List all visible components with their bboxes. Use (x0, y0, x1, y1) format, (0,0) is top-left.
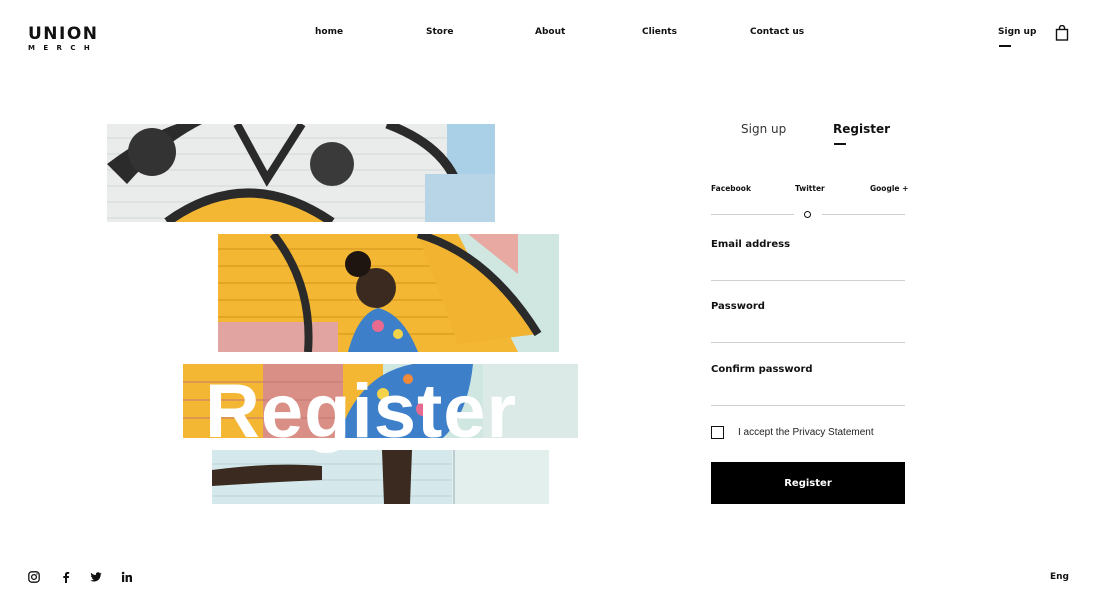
facebook-login-link[interactable]: Facebook (711, 184, 751, 193)
twitter-login-link[interactable]: Twitter (795, 184, 825, 193)
instagram-icon[interactable] (28, 571, 40, 583)
brand-name: UNION (28, 24, 99, 44)
tab-register[interactable]: Register (833, 122, 890, 136)
nav-contact[interactable]: Contact us (750, 27, 804, 37)
header-signup-link[interactable]: Sign up (998, 27, 1036, 47)
nav-about[interactable]: About (535, 27, 565, 37)
facebook-icon[interactable] (60, 571, 72, 583)
language-switcher[interactable]: Eng (1050, 572, 1069, 582)
collage-strip-4 (212, 450, 549, 504)
active-tab-indicator (834, 143, 846, 145)
nav-home[interactable]: home (315, 27, 343, 37)
confirm-password-label: Confirm password (711, 364, 813, 375)
privacy-label[interactable]: I accept the Privacy Statement (738, 427, 874, 438)
confirm-password-field[interactable] (711, 383, 905, 406)
privacy-checkbox[interactable] (711, 426, 724, 439)
register-button[interactable]: Register (711, 462, 905, 504)
nav-clients[interactable]: Clients (642, 27, 677, 37)
divider-right (822, 214, 905, 215)
collage-strip-1 (107, 124, 495, 222)
password-label: Password (711, 301, 765, 312)
tab-sign-up[interactable]: Sign up (741, 122, 786, 136)
divider-dot (804, 211, 811, 218)
hero-title: Register (205, 369, 518, 454)
twitter-icon[interactable] (90, 571, 102, 583)
google-login-link[interactable]: Google + (870, 184, 908, 193)
nav-store[interactable]: Store (426, 27, 454, 37)
brand-tagline: MERCH (28, 44, 99, 52)
shopping-bag-icon[interactable] (1055, 25, 1069, 41)
divider-left (711, 214, 794, 215)
linkedin-icon[interactable] (121, 571, 133, 583)
brand-logo[interactable]: UNION MERCH (28, 25, 99, 53)
email-field[interactable] (711, 258, 905, 281)
password-field[interactable] (711, 320, 905, 343)
email-label: Email address (711, 239, 791, 250)
collage-strip-2 (218, 234, 559, 352)
